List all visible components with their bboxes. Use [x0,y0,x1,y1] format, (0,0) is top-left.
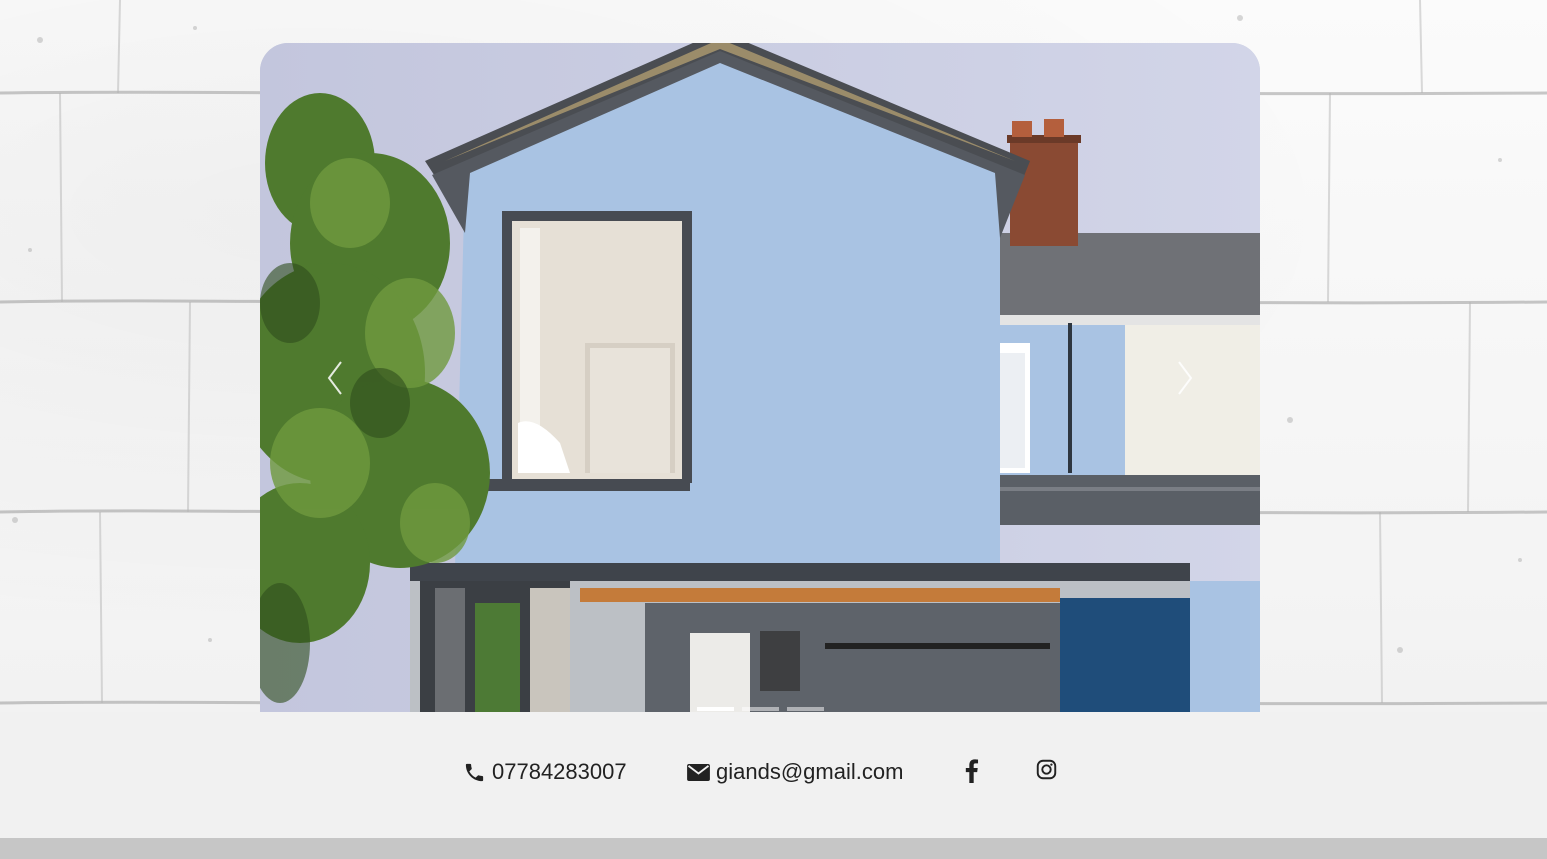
chevron-right-icon [1178,360,1193,395]
envelope-icon [687,763,710,781]
instagram-link[interactable] [1036,759,1057,780]
carousel-indicator-2[interactable] [741,707,779,711]
carousel-prev-button[interactable] [260,43,410,712]
facebook-icon [965,759,979,783]
bottom-strip [0,838,1547,859]
phone-link[interactable]: 07784283007 [463,759,627,785]
phone-icon [465,763,484,781]
instagram-icon [1036,759,1057,780]
carousel-indicator-1[interactable] [696,707,734,711]
carousel-indicator-3[interactable] [786,707,824,711]
image-carousel [260,43,1260,712]
chevron-left-icon [327,360,342,395]
email-link[interactable]: giands@gmail.com [687,759,903,785]
phone-number: 07784283007 [492,759,627,784]
email-address: giands@gmail.com [716,759,904,784]
contact-bar: 07784283007 giands@gmail.com [0,712,1547,838]
facebook-link[interactable] [964,759,979,783]
carousel-next-button[interactable] [1110,43,1260,712]
page: 07784283007 giands@gmail.com [0,0,1547,859]
